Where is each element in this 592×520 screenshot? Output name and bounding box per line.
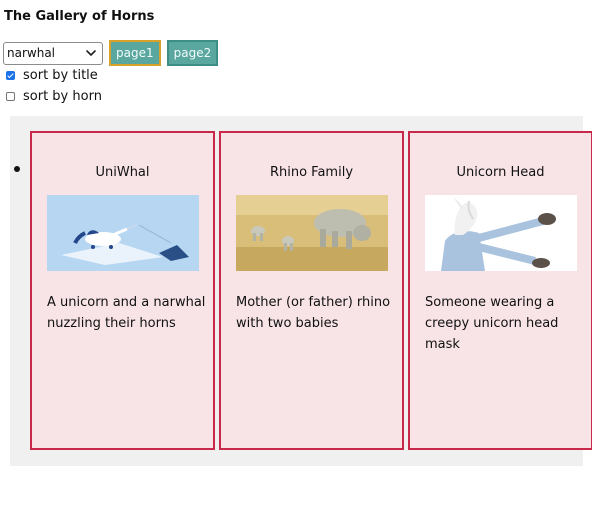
card-description: Mother (or father) rhino with two babies [236,295,391,331]
sort-by-horn-checkbox[interactable] [6,92,15,101]
sort-by-title-label: sort by title [23,68,98,83]
rhino-family-image [236,195,388,271]
controls-bar: narwhal page1 page2 [3,40,219,66]
page-title: The Gallery of Horns [4,9,155,24]
card-title: UniWhal [95,165,150,180]
sort-by-horn-label: sort by horn [23,89,102,104]
sort-by-title-option[interactable]: sort by title [6,68,98,83]
unicorn-head-mask-image [425,195,577,271]
sort-by-title-checkbox[interactable] [6,71,15,80]
card-description: Someone wearing a creepy unicorn head ma… [425,295,559,352]
gallery-card-uniwhal[interactable]: UniWhal A unicorn and a narwhal nuzzling… [30,131,215,450]
gallery-card-unicorn-head[interactable]: Unicorn Head Someone wearing a creepy un… [408,131,592,450]
page1-button[interactable]: page1 [109,40,161,66]
keyword-select-value: narwhal [7,46,55,60]
chevron-down-icon [86,50,96,56]
card-description: A unicorn and a narwhal nuzzling their h… [47,295,206,331]
page2-button[interactable]: page2 [166,40,219,66]
gallery-card-rhino-family[interactable]: Rhino Family Mother (or father) rhino wi… [219,131,404,450]
list-bullet [14,166,20,172]
unicorn-narwhal-image [47,195,199,271]
card-title: Rhino Family [269,165,354,180]
gallery-page: The Gallery of Horns narwhal page1 page2… [0,0,592,520]
sort-by-horn-option[interactable]: sort by horn [6,89,102,104]
card-title: Unicorn Head [456,165,545,180]
keyword-select[interactable]: narwhal [3,41,103,65]
